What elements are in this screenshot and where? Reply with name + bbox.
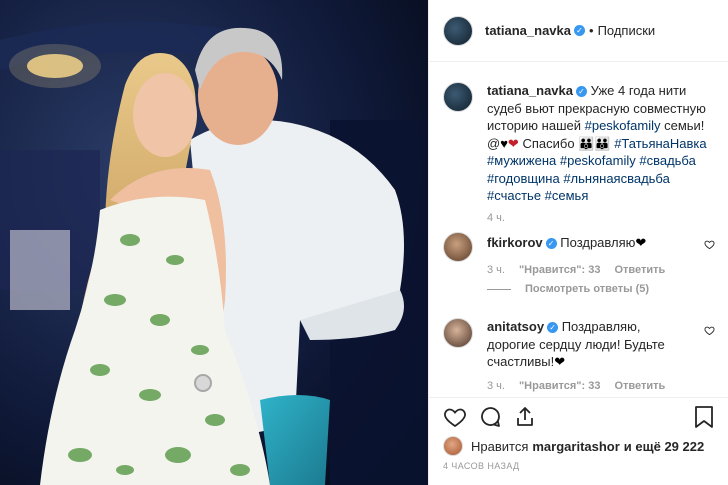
post-photo[interactable] — [0, 0, 428, 485]
comment-username[interactable]: anitatsoy — [487, 319, 544, 334]
post-panel: tatiana_navka ✓ • Подписки tatiana_navka… — [428, 0, 728, 485]
caption-age[interactable]: 4 ч. — [487, 212, 728, 224]
heart-emoji: ❤ — [635, 235, 647, 250]
avatar[interactable] — [443, 15, 473, 46]
comment-age[interactable]: 3 ч. — [487, 380, 505, 392]
post-photo-image — [0, 0, 428, 485]
verified-badge-icon: ✓ — [547, 322, 559, 334]
comment-avatar[interactable] — [443, 232, 473, 262]
comment-likes[interactable]: "Нравится": 33 — [519, 380, 600, 392]
heart-emoji: ❤ — [554, 354, 566, 369]
like-comment-heart-icon[interactable] — [704, 239, 715, 250]
reply-button[interactable]: Ответить — [614, 264, 665, 276]
verified-badge-icon: ✓ — [576, 86, 587, 98]
hashtag[interactable]: #ТатьянаНавка — [614, 136, 706, 151]
action-bar — [429, 397, 728, 436]
heart-icon[interactable] — [443, 405, 467, 429]
replies-line — [487, 288, 511, 290]
comment-avatar[interactable] — [443, 318, 473, 348]
red-heart-emoji: ❤ — [507, 135, 519, 151]
verified-badge-icon: ✓ — [545, 238, 557, 250]
comment-username[interactable]: fkirkorov — [487, 235, 543, 250]
comment: fkirkorov ✓ Поздравляю❤ — [487, 234, 697, 252]
liker-avatar[interactable] — [443, 436, 463, 456]
comment-text: Поздравляю — [560, 235, 636, 250]
caption: tatiana_navka ✓ Уже 4 года нити судеб вью… — [487, 82, 717, 205]
comment: anitatsoy ✓ Поздравляю, дорогие сердцу лю… — [487, 318, 687, 371]
caption-text-3: Спасибо — [522, 135, 575, 151]
hashtags-line[interactable]: #годовщина #льнянаясвадьба — [487, 171, 670, 186]
view-replies[interactable]: Посмотреть ответы (5) — [487, 283, 728, 295]
view-replies-label[interactable]: Посмотреть ответы (5) — [525, 283, 649, 295]
family-emoji: 👪👪 — [578, 135, 611, 151]
hashtags-line[interactable]: #мужижена #peskofamily #свадьба — [487, 153, 696, 168]
likes-count[interactable]: и ещё 29 222 — [624, 439, 704, 454]
likes-prefix: Нравится — [471, 438, 529, 454]
comment-age[interactable]: 3 ч. — [487, 264, 505, 276]
liker-username[interactable]: margaritashor — [532, 439, 619, 454]
hashtags-line[interactable]: #счастье #семья — [487, 188, 588, 203]
comments-list[interactable]: tatiana_navka ✓ Уже 4 года нити судеб вью… — [429, 62, 728, 397]
comment-meta: 3 ч. "Нравится": 33 Ответить — [487, 264, 728, 276]
verified-badge-icon: ✓ — [574, 25, 585, 36]
reply-button[interactable]: Ответить — [614, 380, 665, 392]
caption-avatar[interactable] — [443, 82, 473, 112]
black-heart-emoji: ♥ — [500, 135, 508, 151]
like-comment-heart-icon[interactable] — [704, 325, 715, 336]
share-icon[interactable] — [513, 405, 537, 429]
hashtag[interactable]: #peskofamily — [585, 118, 661, 133]
follow-status-button[interactable]: Подписки — [598, 23, 656, 38]
likes-line: Нравится margaritashor и ещё 29 222 — [443, 436, 704, 456]
caption-username[interactable]: tatiana_navka — [487, 83, 573, 98]
post-timestamp[interactable]: 4 ЧАСОВ НАЗАД — [443, 461, 520, 471]
separator-dot: • — [589, 23, 594, 38]
comment-likes[interactable]: "Нравится": 33 — [519, 264, 600, 276]
bookmark-icon[interactable] — [693, 405, 715, 429]
header-username[interactable]: tatiana_navka — [485, 23, 571, 38]
post-header: tatiana_navka ✓ • Подписки — [429, 0, 728, 62]
comment-icon[interactable] — [478, 405, 502, 429]
comment-meta: 3 ч. "Нравится": 33 Ответить — [487, 380, 728, 392]
